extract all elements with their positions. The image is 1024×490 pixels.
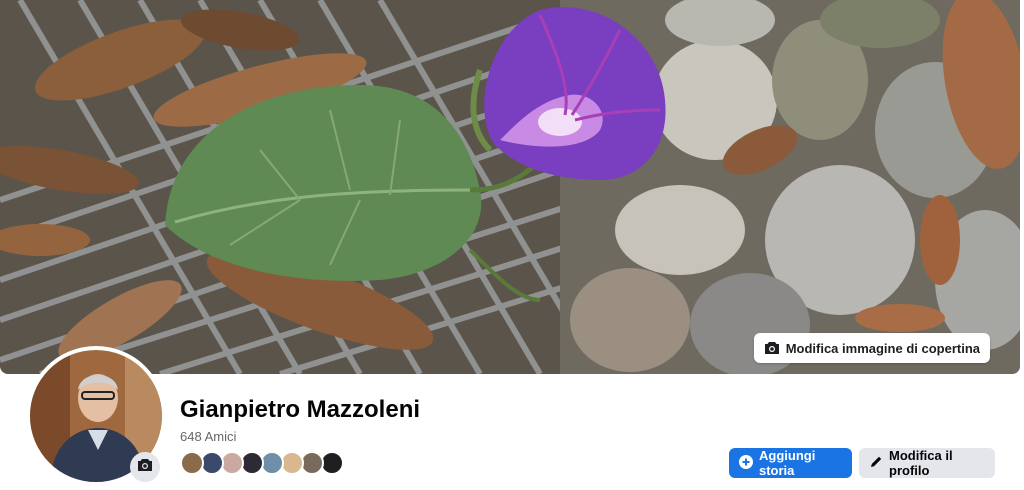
camera-icon bbox=[137, 458, 153, 477]
avatar-camera-button[interactable] bbox=[130, 452, 160, 482]
cover-photo[interactable]: Modifica immagine di copertina bbox=[0, 0, 1020, 374]
edit-cover-button[interactable]: Modifica immagine di copertina bbox=[753, 333, 990, 363]
plus-circle-icon bbox=[739, 454, 753, 472]
pencil-icon bbox=[869, 455, 883, 472]
edit-profile-label: Modifica il profilo bbox=[889, 448, 953, 478]
profile-name: Gianpietro Mazzoleni bbox=[180, 396, 421, 423]
add-story-button[interactable]: Aggiungi storia bbox=[729, 448, 852, 478]
cover-image bbox=[0, 0, 1020, 374]
camera-icon bbox=[764, 341, 780, 355]
add-story-label: Aggiungi storia bbox=[759, 448, 816, 478]
friends-count-link[interactable]: 648 Amici bbox=[180, 429, 236, 444]
edit-cover-label: Modifica immagine di copertina bbox=[785, 340, 980, 356]
friend-avatar[interactable] bbox=[180, 451, 204, 475]
friend-avatars-row bbox=[180, 451, 344, 475]
edit-profile-button[interactable]: Modifica il profilo bbox=[859, 448, 995, 478]
